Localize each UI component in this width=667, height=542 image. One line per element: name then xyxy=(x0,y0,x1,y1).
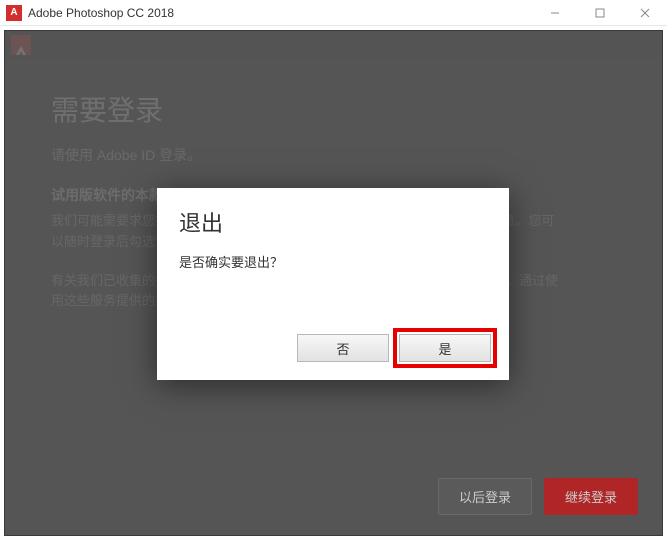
adobe-app-icon: A xyxy=(6,5,22,21)
dialog-title: 退出 xyxy=(179,206,487,238)
later-login-button[interactable]: 以后登录 xyxy=(438,478,532,515)
maximize-button[interactable] xyxy=(577,0,622,25)
no-button[interactable]: 否 xyxy=(297,334,389,362)
window-titlebar: A Adobe Photoshop CC 2018 xyxy=(0,0,667,26)
minimize-button[interactable] xyxy=(532,0,577,25)
adobe-logo-icon xyxy=(11,35,31,55)
yes-button[interactable]: 是 xyxy=(399,334,491,362)
login-subtitle: 请使用 Adobe ID 登录。 xyxy=(51,145,616,165)
continue-login-button[interactable]: 继续登录 xyxy=(544,478,638,515)
dialog-message: 是否确实要退出？ xyxy=(179,252,487,271)
window-title: Adobe Photoshop CC 2018 xyxy=(28,6,532,20)
login-heading: 需要登录 xyxy=(51,89,616,129)
inner-titlebar xyxy=(5,31,662,59)
close-button[interactable] xyxy=(622,0,667,25)
dialog-button-row: 否 是 xyxy=(157,322,509,380)
confirm-exit-dialog: 退出 是否确实要退出？ 否 是 xyxy=(157,188,509,380)
